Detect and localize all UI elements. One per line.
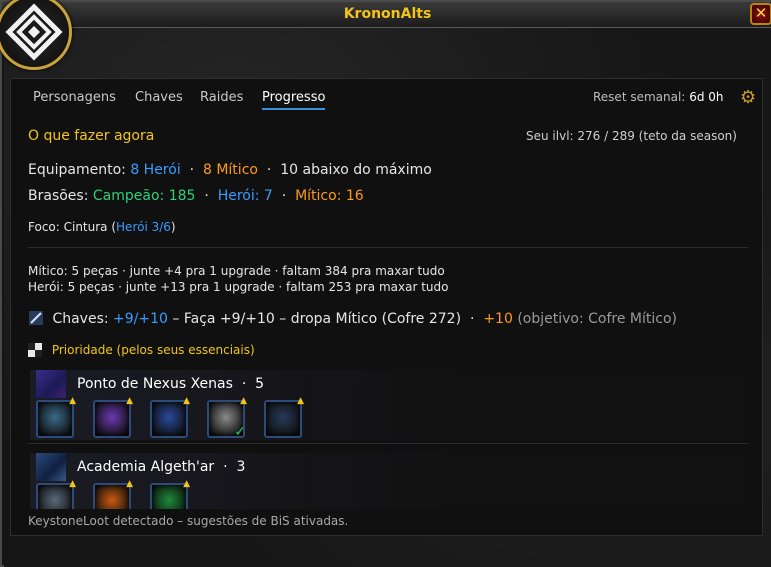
tab-chaves[interactable]: Chaves: [135, 90, 183, 105]
focus-label: Foco: Cintura (: [28, 220, 117, 234]
dungeon-count: 5: [255, 376, 265, 392]
divider: [28, 443, 748, 444]
dungeon-row[interactable]: Academia Algeth'ar · 3 ▲ ▲ ▲: [30, 453, 748, 509]
key-icon: [28, 310, 44, 326]
equipment-hero: 8 Herói: [130, 162, 181, 178]
tab-personagens[interactable]: Personagens: [33, 90, 116, 105]
crest-hero: Herói: 7: [217, 188, 273, 204]
divider: [28, 247, 748, 248]
priority-icon: [28, 343, 44, 359]
dungeon-thumbnail-icon: [36, 370, 66, 398]
focus-close: ): [170, 220, 176, 234]
separator-dot: ·: [266, 162, 272, 178]
window-title: KrononAlts: [343, 6, 432, 22]
belt-icon[interactable]: ▲ ✓: [207, 396, 247, 440]
fire-icon[interactable]: ▲: [93, 479, 133, 509]
shoulder-icon[interactable]: ▲: [36, 396, 76, 438]
dungeon-row[interactable]: Ponto de Nexus Xenas · 5 ▲ ▲ ▲ ▲ ✓ ▲: [30, 370, 748, 442]
dungeon-name: Ponto de Nexus Xenas · 5: [77, 376, 264, 392]
dungeon-title: Ponto de Nexus Xenas: [77, 376, 233, 392]
priority-label: Prioridade (pelos seus essenciais): [51, 343, 255, 357]
upgrade-arrow-icon: ▲: [297, 396, 304, 406]
separator-dot: ·: [469, 311, 475, 327]
keys-label: Chaves:: [52, 311, 109, 327]
mythic-summary: Mítico: 5 peças · junte +4 pra 1 upgrade…: [28, 264, 445, 278]
crest-myth: Mítico: 16: [295, 188, 364, 204]
weekly-reset-value: 6d 0h: [689, 90, 724, 104]
equipment-below-max: 10 abaixo do máximo: [280, 162, 432, 178]
separator-dot: ·: [281, 188, 287, 204]
weekly-reset-label: Reset semanal:: [593, 90, 686, 104]
separator-dot: ·: [189, 162, 195, 178]
green-icon[interactable]: ▲: [150, 479, 190, 509]
keys-dash: –: [172, 311, 180, 327]
addon-logo-icon: [0, 0, 72, 70]
priority-header: Prioridade (pelos seus essenciais): [28, 343, 255, 359]
separator-dot: ·: [241, 376, 247, 392]
chest-icon[interactable]: ▲: [150, 396, 190, 438]
separator-dot: ·: [223, 459, 228, 475]
dungeon-title: Academia Algeth'ar: [77, 459, 215, 475]
equipment-label: Equipamento:: [28, 162, 126, 178]
keys-target-note: (objetivo: Cofre Mítico): [517, 311, 677, 327]
addon-window: KrononAlts ✕ Personagens Chaves Raides P…: [0, 0, 771, 567]
focus-value: Herói 3/6: [116, 220, 171, 234]
tab-progresso[interactable]: Progresso: [262, 90, 326, 110]
dungeon-count: 3: [236, 459, 246, 475]
ilvl-readout: Seu ilvl: 276 / 289 (teto da season): [526, 129, 737, 143]
section-title: O que fazer agora: [28, 128, 155, 144]
equipment-line: Equipamento: 8 Herói · 8 Mítico · 10 aba…: [28, 162, 432, 178]
title-bar[interactable]: KrononAlts: [2, 2, 771, 28]
focus-line: Foco: Cintura (Herói 3/6): [28, 220, 176, 234]
crests-label: Brasões:: [28, 188, 89, 204]
dungeon-thumbnail-icon: [36, 453, 66, 481]
keys-text: Faça +9/+10 – dropa Mítico (Cofre 272): [183, 311, 462, 327]
upgrade-arrow-icon: ▲: [69, 479, 76, 489]
upgrade-arrow-icon: ▲: [183, 479, 190, 489]
crests-line: Brasões: Campeão: 185 · Herói: 7 · Mític…: [28, 188, 364, 204]
upgrade-arrow-icon: ▲: [126, 479, 133, 489]
keys-line: Chaves: +9/+10 – Faça +9/+10 – dropa Mít…: [28, 310, 677, 327]
shoulder-icon[interactable]: ▲: [36, 479, 76, 509]
keys-target: +10: [483, 311, 513, 327]
separator-dot: ·: [204, 188, 209, 204]
gear-icon[interactable]: ⚙: [740, 87, 756, 108]
orb-icon[interactable]: ▲: [93, 396, 133, 438]
checkmark-icon: ✓: [234, 424, 246, 440]
hero-summary: Herói: 5 peças · junte +13 pra 1 upgrade…: [28, 280, 449, 294]
tab-raides[interactable]: Raides: [200, 90, 243, 105]
close-button[interactable]: ✕: [750, 3, 771, 25]
equipment-myth: 8 Mítico: [202, 162, 258, 178]
dungeon-name: Academia Algeth'ar · 3: [77, 459, 245, 475]
upgrade-arrow-icon: ▲: [183, 396, 190, 406]
crest-champion: Campeão: 185: [92, 188, 196, 204]
footer-status: KeystoneLoot detectado – sugestões de Bi…: [28, 514, 349, 528]
weekly-reset: Reset semanal: 6d 0h: [593, 90, 724, 104]
upgrade-arrow-icon: ▲: [69, 396, 76, 406]
keys-current: +9/+10: [113, 311, 168, 327]
leg-icon[interactable]: ▲: [264, 396, 304, 438]
upgrade-arrow-icon: ▲: [126, 396, 133, 406]
upgrade-arrow-icon: ▲: [240, 396, 247, 406]
